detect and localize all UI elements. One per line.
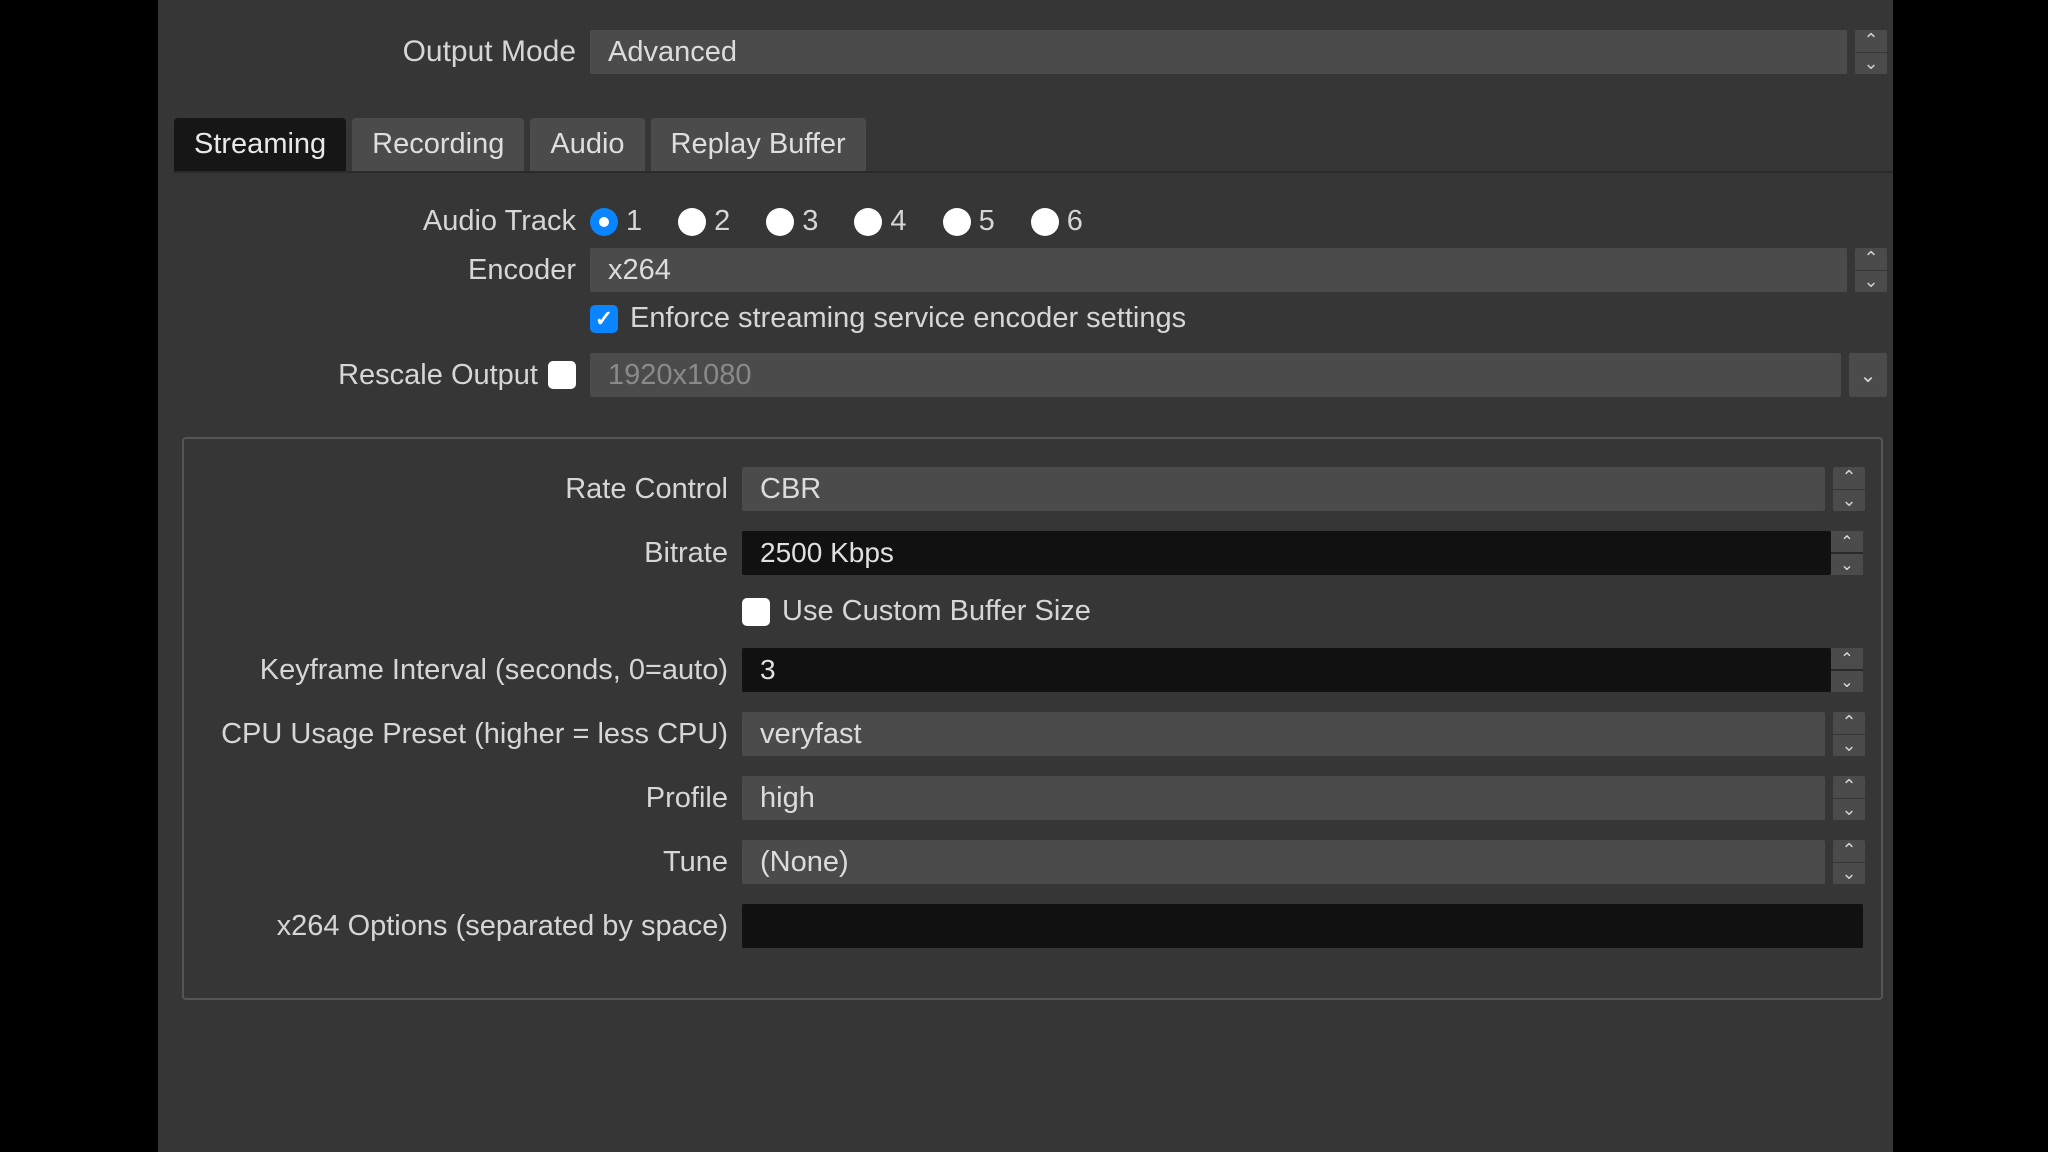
profile-label: Profile	[184, 782, 742, 815]
tune-select[interactable]: (None)	[742, 840, 1825, 884]
enforce-label: Enforce streaming service encoder settin…	[630, 302, 1186, 335]
encoder-settings-group: Rate Control CBR ⌃ ⌄ Bitrate 2500 Kbps ⌃…	[182, 437, 1883, 1000]
radio-icon	[1031, 208, 1059, 236]
chevron-down-icon: ⌄	[1855, 53, 1887, 75]
tab-streaming[interactable]: Streaming	[174, 118, 346, 171]
audio-track-radios: 1 2 3 4 5 6	[590, 205, 1083, 238]
encoder-value: x264	[608, 254, 671, 287]
tune-stepper[interactable]: ⌃ ⌄	[1833, 840, 1865, 884]
encoder-label: Encoder	[158, 254, 590, 287]
custom-buffer-checkbox[interactable]	[742, 598, 770, 626]
x264-options-row: x264 Options (separated by space)	[184, 904, 1871, 948]
output-mode-stepper[interactable]: ⌃ ⌄	[1855, 30, 1887, 74]
bitrate-label: Bitrate	[184, 537, 742, 570]
rate-control-row: Rate Control CBR ⌃ ⌄	[184, 467, 1871, 511]
cpu-preset-row: CPU Usage Preset (higher = less CPU) ver…	[184, 712, 1871, 756]
chevron-down-icon: ⌄	[1860, 363, 1877, 388]
chevron-down-icon: ⌄	[1831, 671, 1863, 692]
chevron-up-icon: ⌃	[1855, 248, 1887, 271]
tune-row: Tune (None) ⌃ ⌄	[184, 840, 1871, 884]
tab-recording[interactable]: Recording	[352, 118, 524, 171]
rate-control-stepper[interactable]: ⌃ ⌄	[1833, 467, 1865, 511]
audio-track-5[interactable]: 5	[943, 205, 995, 238]
audio-track-label: Audio Track	[158, 205, 590, 238]
chevron-down-icon: ⌄	[1831, 554, 1863, 575]
rescale-checkbox[interactable]	[548, 361, 576, 389]
tab-audio[interactable]: Audio	[530, 118, 644, 171]
rate-control-value: CBR	[760, 473, 821, 506]
enforce-checkbox[interactable]	[590, 305, 618, 333]
bitrate-stepper[interactable]: ⌃ ⌄	[1831, 531, 1863, 575]
tune-label: Tune	[184, 846, 742, 879]
enforce-row: Enforce streaming service encoder settin…	[158, 302, 1893, 335]
bitrate-row: Bitrate 2500 Kbps ⌃ ⌄	[184, 531, 1871, 575]
radio-icon	[590, 208, 618, 236]
output-tabs: Streaming Recording Audio Replay Buffer	[174, 118, 1893, 173]
audio-track-3[interactable]: 3	[766, 205, 818, 238]
radio-icon	[943, 208, 971, 236]
chevron-down-icon: ⌄	[1833, 799, 1865, 821]
output-mode-value: Advanced	[608, 36, 737, 69]
chevron-down-icon: ⌄	[1833, 490, 1865, 512]
chevron-up-icon: ⌃	[1833, 467, 1865, 490]
profile-stepper[interactable]: ⌃ ⌄	[1833, 776, 1865, 820]
profile-value: high	[760, 782, 815, 815]
chevron-up-icon: ⌃	[1833, 776, 1865, 799]
custom-buffer-group[interactable]: Use Custom Buffer Size	[742, 595, 1091, 628]
keyframe-stepper[interactable]: ⌃ ⌄	[1831, 648, 1863, 692]
keyframe-row: Keyframe Interval (seconds, 0=auto) 3 ⌃ …	[184, 648, 1871, 692]
rescale-row: Rescale Output 1920x1080 ⌄	[158, 353, 1893, 397]
chevron-up-icon: ⌃	[1833, 840, 1865, 863]
encoder-row: Encoder x264 ⌃ ⌄	[158, 248, 1893, 292]
cpu-preset-select[interactable]: veryfast	[742, 712, 1825, 756]
rate-control-label: Rate Control	[184, 473, 742, 506]
profile-select[interactable]: high	[742, 776, 1825, 820]
rescale-dropdown-button[interactable]: ⌄	[1849, 353, 1887, 397]
chevron-up-icon: ⌃	[1855, 30, 1887, 53]
custom-buffer-label: Use Custom Buffer Size	[782, 595, 1091, 628]
radio-icon	[854, 208, 882, 236]
rescale-combo[interactable]: 1920x1080	[590, 353, 1841, 397]
chevron-up-icon: ⌃	[1833, 712, 1865, 735]
encoder-select[interactable]: x264	[590, 248, 1847, 292]
x264-options-input[interactable]	[742, 904, 1863, 948]
rescale-label: Rescale Output	[338, 359, 538, 392]
audio-track-6[interactable]: 6	[1031, 205, 1083, 238]
chevron-down-icon: ⌄	[1855, 271, 1887, 293]
cpu-preset-value: veryfast	[760, 718, 862, 751]
output-mode-label: Output Mode	[158, 35, 590, 69]
audio-track-2[interactable]: 2	[678, 205, 730, 238]
chevron-up-icon: ⌃	[1831, 648, 1863, 671]
custom-buffer-row: Use Custom Buffer Size	[184, 595, 1871, 628]
keyframe-input[interactable]: 3	[742, 648, 1831, 692]
chevron-down-icon: ⌄	[1833, 735, 1865, 757]
output-settings-panel: Output Mode Advanced ⌃ ⌄ Streaming Recor…	[158, 0, 1893, 1152]
profile-row: Profile high ⌃ ⌄	[184, 776, 1871, 820]
bitrate-value: 2500 Kbps	[760, 537, 894, 569]
chevron-down-icon: ⌄	[1833, 863, 1865, 885]
radio-icon	[678, 208, 706, 236]
tab-replay-buffer[interactable]: Replay Buffer	[651, 118, 866, 171]
audio-track-row: Audio Track 1 2 3 4 5 6	[158, 205, 1893, 238]
output-mode-select[interactable]: Advanced	[590, 30, 1847, 74]
tune-value: (None)	[760, 846, 849, 879]
rescale-placeholder: 1920x1080	[608, 359, 752, 392]
chevron-up-icon: ⌃	[1831, 531, 1863, 554]
radio-icon	[766, 208, 794, 236]
audio-track-4[interactable]: 4	[854, 205, 906, 238]
audio-track-1[interactable]: 1	[590, 205, 642, 238]
output-mode-row: Output Mode Advanced ⌃ ⌄	[158, 30, 1893, 74]
encoder-stepper[interactable]: ⌃ ⌄	[1855, 248, 1887, 292]
enforce-checkbox-group[interactable]: Enforce streaming service encoder settin…	[590, 302, 1186, 335]
rate-control-select[interactable]: CBR	[742, 467, 1825, 511]
bitrate-input[interactable]: 2500 Kbps	[742, 531, 1831, 575]
cpu-preset-label: CPU Usage Preset (higher = less CPU)	[184, 718, 742, 751]
cpu-preset-stepper[interactable]: ⌃ ⌄	[1833, 712, 1865, 756]
x264-options-label: x264 Options (separated by space)	[184, 910, 742, 943]
keyframe-label: Keyframe Interval (seconds, 0=auto)	[184, 654, 742, 687]
keyframe-value: 3	[760, 654, 776, 686]
